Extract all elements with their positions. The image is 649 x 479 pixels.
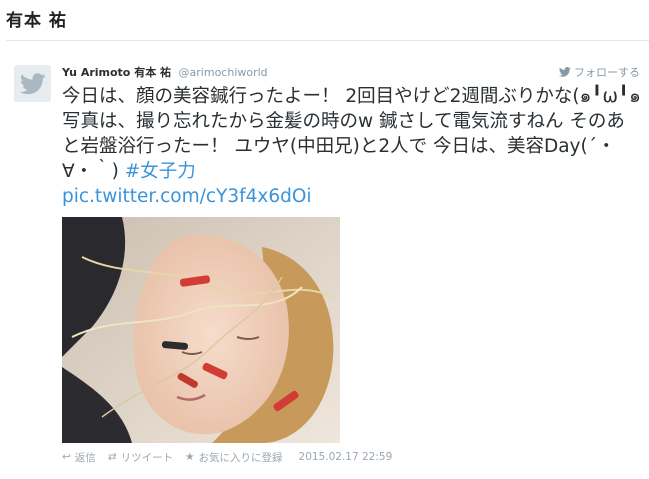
tweet-card: Yu Arimoto 有本 祐 @arimochiworld フォローする 今日… [6,40,649,479]
follow-button[interactable]: フォローする [559,64,640,80]
media-link[interactable]: pic.twitter.com/cY3f4x6dOi [62,184,642,209]
favorite-label: お気に入りに登録 [198,451,283,464]
twitter-bird-small-icon [559,67,571,77]
tweet-actions: ↩ 返信 ⇄ リツイート ★ お気に入りに登録 2015.02.17 22:59 [62,449,642,465]
retweet-icon: ⇄ [107,451,117,463]
display-name[interactable]: Yu Arimoto 有本 祐 [62,66,171,79]
reply-action[interactable]: ↩ 返信 [62,450,96,465]
follow-label: フォローする [574,66,640,79]
tweet-timestamp[interactable]: 2015.02.17 22:59 [299,451,393,463]
tweet-header: Yu Arimoto 有本 祐 @arimochiworld フォローする [62,64,642,82]
photo-illustration [62,217,340,443]
favorite-action[interactable]: ★ お気に入りに登録 [185,450,282,465]
page-title: 有本 祐 [6,11,67,31]
screen-name[interactable]: @arimochiworld [179,66,268,79]
retweet-action[interactable]: ⇄ リツイート [108,450,173,465]
hashtag-link[interactable]: #女子力 [125,161,196,182]
star-icon: ★ [185,451,195,463]
avatar[interactable] [14,65,51,102]
twitter-bird-icon [19,72,46,94]
reply-icon: ↩ [62,451,71,463]
tweet-text: 今日は、顔の美容鍼行ったよー！ 2回目やけど2週間ぶりかな(๑╹ω╹๑ 写真は、… [62,84,642,209]
retweet-label: リツイート [120,451,174,464]
reply-label: 返信 [74,451,96,464]
tweet-photo[interactable] [62,217,340,443]
